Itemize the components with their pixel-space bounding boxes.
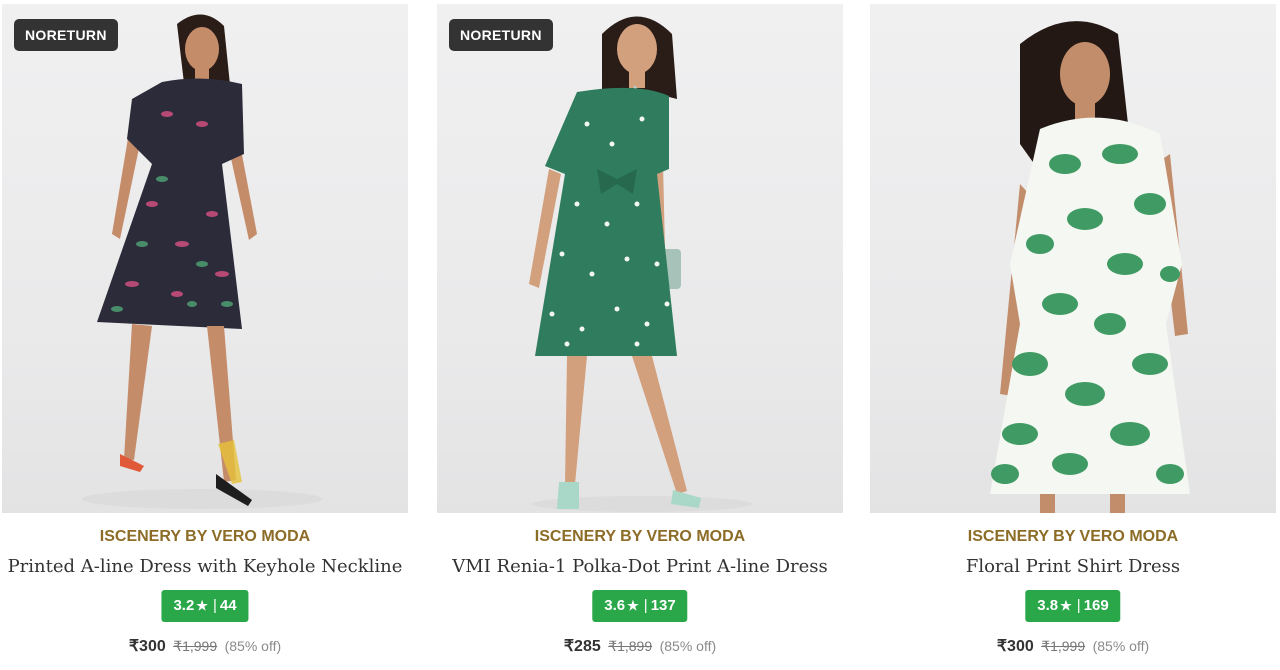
rating-value: 3.6 (604, 597, 626, 614)
product-card[interactable]: ISCENERY BY VERO MODA Floral Print Shirt… (868, 0, 1278, 670)
product-brand[interactable]: ISCENERY BY VERO MODA (868, 528, 1278, 546)
product-card[interactable]: NORETURN ISCENERY BY VERO MODA Printed A… (0, 0, 410, 670)
product-title[interactable]: Printed A-line Dress with Keyhole Neckli… (0, 556, 410, 577)
noreturn-badge: NORETURN (14, 19, 118, 51)
discount-percent: (85% off) (1092, 638, 1150, 654)
star-icon: ★ (1060, 598, 1072, 613)
noreturn-badge: NORETURN (449, 19, 553, 51)
sale-price: ₹285 (563, 638, 601, 655)
price-row: ₹285 ₹1,899 (85% off) (435, 636, 845, 656)
original-price: ₹1,999 (173, 638, 218, 654)
sale-price: ₹300 (128, 638, 166, 655)
product-card[interactable]: NORETURN ISCENERY BY VERO MODA VMI Renia… (435, 0, 845, 670)
product-image[interactable]: NORETURN (2, 4, 408, 513)
rating-badge: 3.6 ★ | 137 (592, 590, 688, 622)
star-icon: ★ (627, 598, 639, 613)
product-image[interactable]: NORETURN (437, 4, 843, 513)
price-row: ₹300 ₹1,999 (85% off) (0, 636, 410, 656)
rating-separator: | (643, 597, 648, 614)
product-title[interactable]: Floral Print Shirt Dress (868, 556, 1278, 577)
product-image[interactable] (870, 4, 1276, 513)
star-icon: ★ (196, 598, 208, 613)
product-title[interactable]: VMI Renia-1 Polka-Dot Print A-line Dress (435, 556, 845, 577)
product-brand[interactable]: ISCENERY BY VERO MODA (435, 528, 845, 546)
sale-price: ₹300 (996, 638, 1034, 655)
discount-percent: (85% off) (659, 638, 717, 654)
price-row: ₹300 ₹1,999 (85% off) (868, 636, 1278, 656)
rating-value: 3.8 (1037, 597, 1059, 614)
review-count: 137 (650, 597, 676, 614)
rating-value: 3.2 (173, 597, 195, 614)
rating-separator: | (1076, 597, 1081, 614)
rating-badge: 3.2 ★ | 44 (161, 590, 249, 622)
review-count: 44 (219, 597, 237, 614)
rating-badge: 3.8 ★ | 169 (1025, 590, 1121, 622)
original-price: ₹1,899 (608, 638, 653, 654)
original-price: ₹1,999 (1041, 638, 1086, 654)
product-grid: NORETURN ISCENERY BY VERO MODA Printed A… (0, 0, 1280, 670)
product-brand[interactable]: ISCENERY BY VERO MODA (0, 528, 410, 546)
review-count: 169 (1083, 597, 1109, 614)
rating-separator: | (212, 597, 217, 614)
discount-percent: (85% off) (224, 638, 282, 654)
